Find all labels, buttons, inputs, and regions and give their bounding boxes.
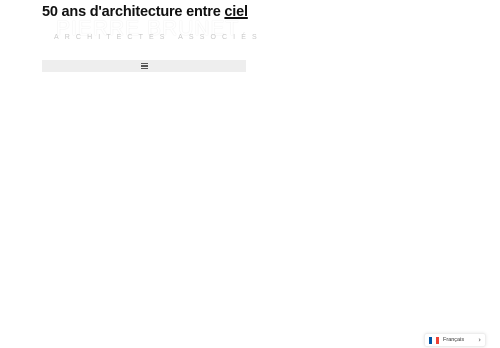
site-header: PIERRE BRUNET 50 ans d'architecture entr…: [42, 4, 257, 48]
french-flag-icon: [429, 336, 439, 344]
tagline-underlined-word: ciel: [224, 4, 248, 20]
hamburger-menu-icon: [140, 63, 148, 69]
flag-stripe-red: [435, 336, 439, 344]
menu-toggle-button[interactable]: [42, 60, 246, 72]
site-subtitle: ARCHITECTES ASSOCIÉS: [54, 34, 263, 41]
chevron-right-icon: ›: [478, 335, 481, 344]
language-label: Français: [443, 337, 465, 343]
site-tagline: 50 ans d'architecture entre ciel: [42, 4, 248, 20]
tagline-text: 50 ans d'architecture entre: [42, 4, 225, 20]
language-switcher[interactable]: Français ›: [424, 333, 486, 347]
